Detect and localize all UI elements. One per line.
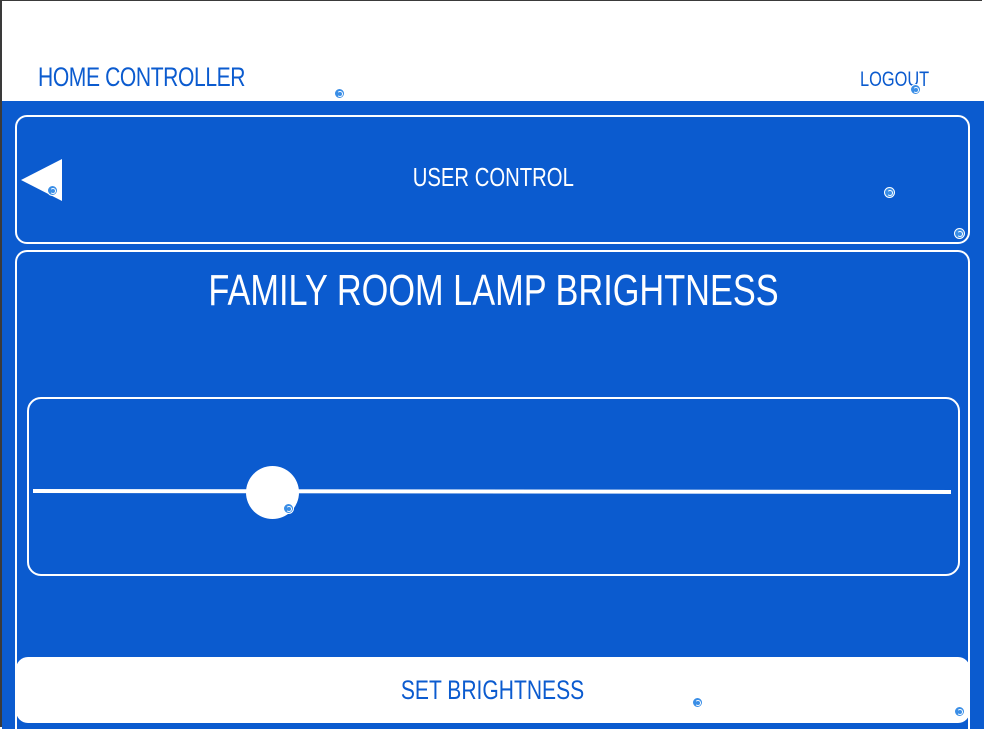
panel-title: FAMILY ROOM LAMP BRIGHTNESS xyxy=(16,266,971,316)
hotspot-refresh-icon xyxy=(47,185,58,196)
nav-title-text[interactable]: USER CONTROL xyxy=(413,162,574,193)
hotspot-refresh-icon xyxy=(954,228,965,239)
panel-title-text: FAMILY ROOM LAMP BRIGHTNESS xyxy=(208,266,779,315)
hotspot-refresh-icon xyxy=(910,84,921,95)
hotspot-refresh-icon xyxy=(954,706,965,717)
set-brightness-button[interactable]: SET BRIGHTNESS xyxy=(16,657,970,723)
set-brightness-label[interactable]: SET BRIGHTNESS xyxy=(401,657,584,723)
hotspot-refresh-icon xyxy=(692,697,703,708)
slider-container xyxy=(27,397,960,576)
hotspot-refresh-icon xyxy=(283,503,294,514)
hotspot-refresh-icon xyxy=(334,88,345,99)
hotspot-refresh-icon xyxy=(884,187,895,198)
nav-title[interactable]: USER CONTROL xyxy=(16,162,971,193)
app-title: HOME CONTROLLER xyxy=(38,62,246,92)
